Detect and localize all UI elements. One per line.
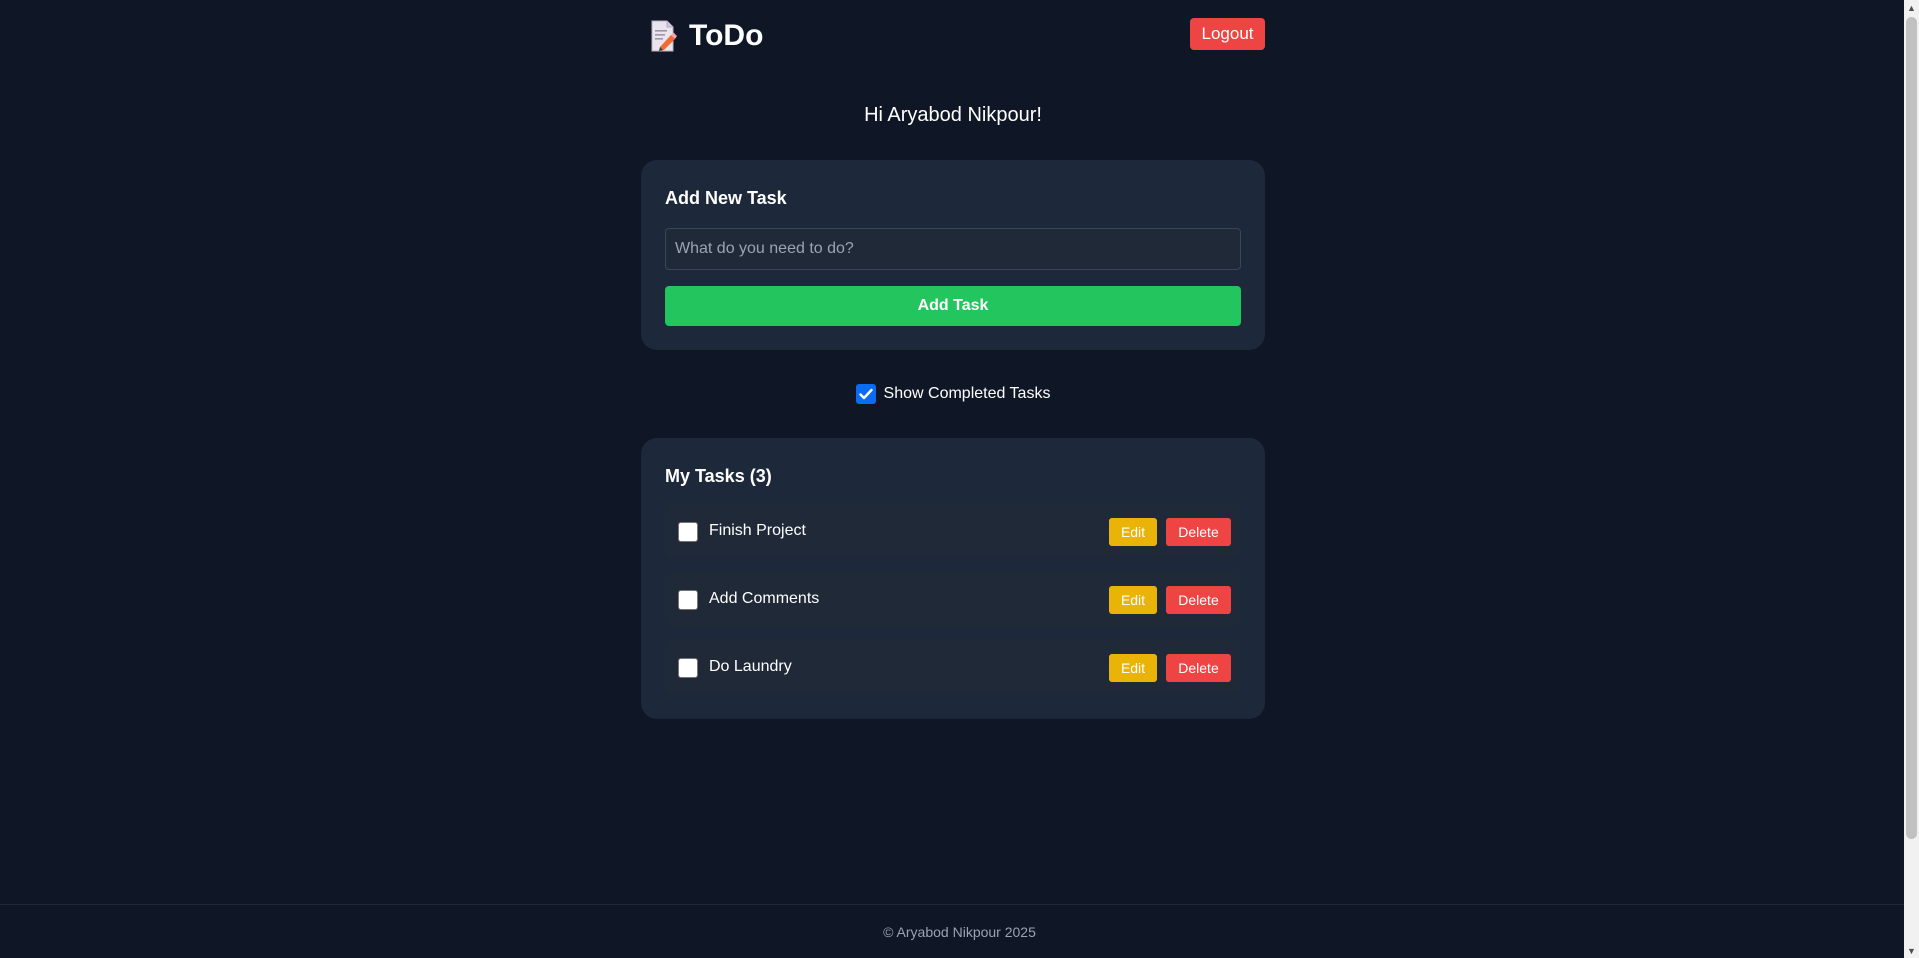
tasks-card: My Tasks (3) Finish Project Edit Delete … [641,438,1265,719]
app-title: ToDo [689,19,764,52]
delete-task-button[interactable]: Delete [1166,654,1231,682]
task-item: Add Comments Edit Delete [665,573,1241,626]
tasks-heading: My Tasks (3) [665,466,772,486]
add-task-button[interactable]: Add Task [665,286,1241,326]
footer: © Aryabod Nikpour 2025 [0,904,1904,958]
scrollbar-thumb[interactable] [1906,17,1917,839]
memo-icon [649,20,677,52]
show-completed-checkbox[interactable] [855,384,876,404]
task-label: Do Laundry [709,658,792,675]
edit-task-button[interactable]: Edit [1109,654,1157,682]
show-completed-toggle[interactable]: Show Completed Tasks [641,382,1265,406]
task-checkbox[interactable] [678,522,698,542]
page: ToDo Logout Hi Aryabod Nikpour! Add New … [0,0,1904,958]
checkmark-icon [858,388,873,400]
greeting: Hi Aryabod Nikpour! [864,104,1042,126]
task-list: Finish Project Edit Delete Add Comments … [665,505,1241,709]
logout-button[interactable]: Logout [1190,18,1265,50]
delete-task-button[interactable]: Delete [1166,518,1231,546]
scroll-down-icon[interactable]: ▼ [1904,943,1919,958]
task-item: Finish Project Edit Delete [665,505,1241,558]
delete-task-button[interactable]: Delete [1166,586,1231,614]
copyright-text: © Aryabod Nikpour 2025 [883,924,1036,940]
show-completed-label: Show Completed Tasks [883,385,1051,402]
edit-task-button[interactable]: Edit [1109,518,1157,546]
task-label: Finish Project [709,522,806,539]
new-task-input[interactable] [665,228,1241,270]
add-task-heading: Add New Task [665,188,787,208]
task-checkbox[interactable] [678,658,698,678]
task-label: Add Comments [709,590,820,607]
task-item: Do Laundry Edit Delete [665,641,1241,694]
vertical-scrollbar[interactable]: ▲ ▼ [1904,0,1919,958]
add-task-card: Add New Task Add Task [641,160,1265,350]
edit-task-button[interactable]: Edit [1109,586,1157,614]
task-checkbox[interactable] [678,590,698,610]
header: ToDo Logout [641,14,1265,64]
scroll-up-icon[interactable]: ▲ [1904,0,1919,15]
